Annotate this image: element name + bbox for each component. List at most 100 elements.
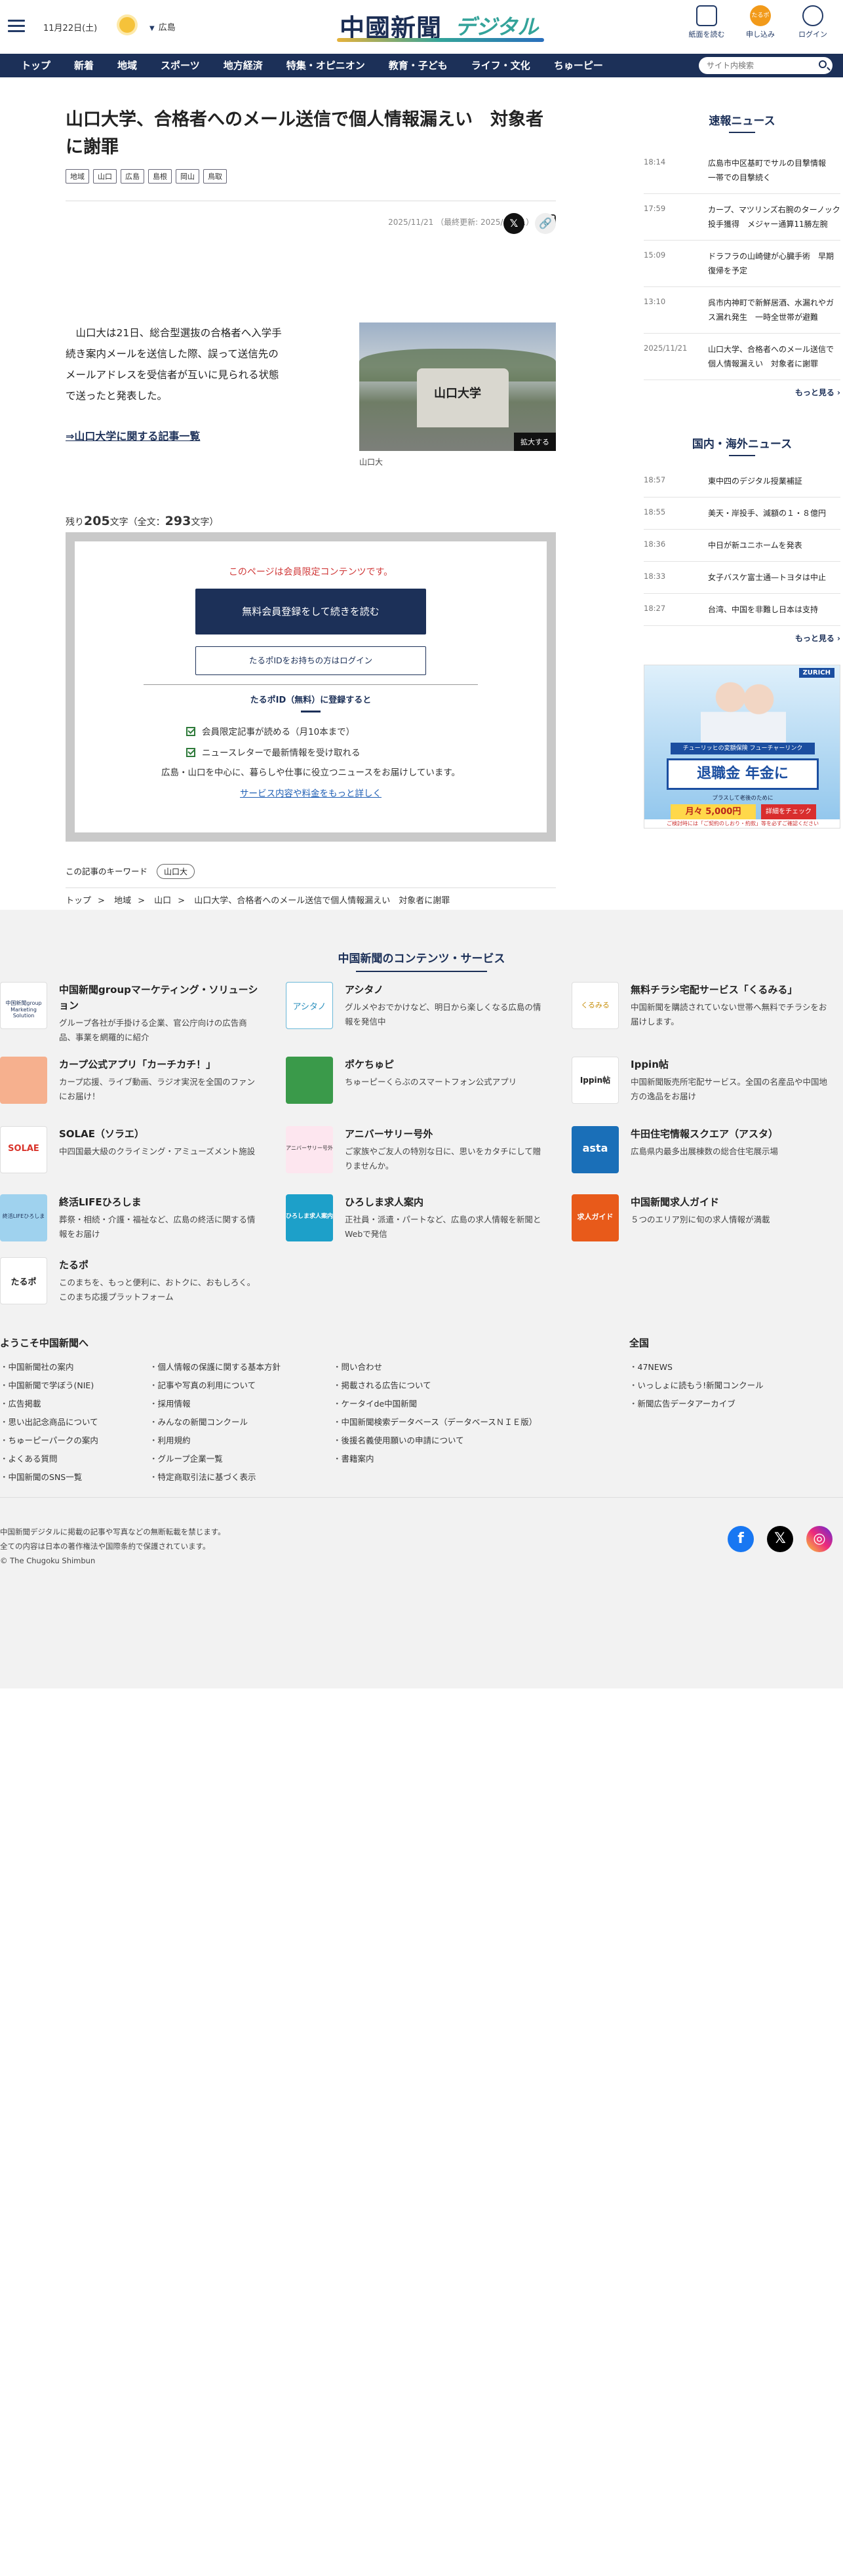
news-item[interactable]: 18:27 台湾、中国を非難し日本は支持 xyxy=(644,594,840,626)
service-item[interactable]: アシタノ アシタノ グルメやおでかけなど、明日から楽しくなる広島の情報を発信中 xyxy=(286,982,548,1029)
article-photo[interactable]: 山口大学 拡大する xyxy=(359,322,556,451)
x-icon[interactable]: 𝕏 xyxy=(767,1526,793,1552)
tag-shimane[interactable]: 島根 xyxy=(148,169,172,184)
footer-link[interactable]: 書籍案内 xyxy=(333,1450,537,1468)
footer-link[interactable]: 中国新聞社の案内 xyxy=(0,1358,98,1376)
keyword-tag[interactable]: 山口大 xyxy=(157,864,195,879)
footer-link[interactable]: 後援名義使用願いの申請について xyxy=(333,1432,537,1450)
footer-link[interactable]: よくある質問 xyxy=(0,1450,98,1468)
nav-sports[interactable]: スポーツ xyxy=(149,54,212,77)
footer-link[interactable]: 新聞広告データアーカイブ xyxy=(629,1395,764,1413)
footer-link[interactable]: 採用情報 xyxy=(149,1395,281,1413)
footer-link[interactable]: 思い出記念商品について xyxy=(0,1413,98,1432)
apply-button[interactable]: たるポ 申し込み xyxy=(738,5,783,39)
sidebar-ad[interactable]: ZURICH チューリッヒの変額保険 フューチャーリンク 退職金 年金に プラス… xyxy=(644,665,840,829)
service-name: たるポ xyxy=(59,1259,89,1271)
tag-tottori[interactable]: 鳥取 xyxy=(203,169,227,184)
news-item[interactable]: 18:55 美天・岸投手、減額の１・８億円 xyxy=(644,498,840,530)
service-item[interactable]: ひろしま求人案内 ひろしま求人案内 正社員・派遣・パートなど、広島の求人情報を新… xyxy=(286,1194,548,1241)
footer-link[interactable]: 中国新聞のSNS一覧 xyxy=(0,1468,98,1487)
service-item[interactable]: たるポ たるポ このまちを、もっと便利に、おトクに、おもしろく。このまち応援プラ… xyxy=(0,1257,262,1304)
apply-label: 申し込み xyxy=(746,30,775,39)
register-benefits-title-text: たるポID（無料）に登録すると xyxy=(250,695,372,705)
ad-price: 月々 5,000円 xyxy=(671,804,756,820)
footer-link[interactable]: 掲載される広告について xyxy=(333,1376,537,1395)
region-selector[interactable]: 広島 xyxy=(149,20,176,33)
tarupo-login-button[interactable]: たるポIDをお持ちの方はログイン xyxy=(195,646,426,675)
breaking-more-link[interactable]: もっと見る › xyxy=(644,387,840,398)
menu-icon[interactable] xyxy=(8,20,25,33)
footer-link[interactable]: 個人情報の保護に関する基本方針 xyxy=(149,1358,281,1376)
footer-link[interactable]: みんなの新聞コンクール xyxy=(149,1413,281,1432)
title-underline xyxy=(356,971,487,972)
breadcrumb-region[interactable]: 地域 xyxy=(114,896,131,906)
footer-link[interactable]: 問い合わせ xyxy=(333,1358,537,1376)
breadcrumb-yamaguchi[interactable]: 山口 xyxy=(154,896,171,906)
breadcrumb-top[interactable]: トップ xyxy=(66,896,91,906)
service-item[interactable]: 中国新聞group Marketing Solution 中国新聞groupマー… xyxy=(0,982,262,1045)
news-item[interactable]: 18:36 中日が新ユニホームを発表 xyxy=(644,530,840,562)
expand-photo-button[interactable]: 拡大する xyxy=(514,433,556,451)
footer-link[interactable]: いっしょに読もう!新聞コンクール xyxy=(629,1376,764,1395)
news-item[interactable]: 17:59 カープ、マツリンズ右腕のターノック投手獲得 メジャー通算11勝左腕 xyxy=(644,194,840,241)
service-item[interactable]: カープ公式アプリ「カーチカチ！」 カープ応援、ライブ動画、ラジオ実況を全国のファ… xyxy=(0,1057,262,1104)
world-more-link[interactable]: もっと見る › xyxy=(644,633,840,644)
service-item[interactable]: ポケちゅピ ちゅーピーくらぶのスマートフォン公式アプリ xyxy=(286,1057,548,1104)
world-news-title-text: 国内・海外ニュース xyxy=(692,438,793,451)
nav-chupi[interactable]: ちゅーピー xyxy=(542,54,615,77)
service-item[interactable]: 求人ガイド 中国新聞求人ガイド ５つのエリア別に旬の求人情報が満載 xyxy=(572,1194,834,1241)
service-item[interactable]: asta 牛田住宅情報スクエア（アスタ） 広島県内最多出展棟数の総合住宅展示場 xyxy=(572,1126,834,1173)
x-share-icon[interactable]: 𝕏 xyxy=(503,213,524,234)
footer-link[interactable]: 広告掲載 xyxy=(0,1395,98,1413)
link-copy-icon[interactable]: 🔗 xyxy=(535,213,556,234)
news-item[interactable]: 18:57 東中四のデジタル授業補証 xyxy=(644,465,840,498)
news-item[interactable]: 18:33 女子バスケ富士通—トヨタは中止 xyxy=(644,562,840,594)
nav-region[interactable]: 地域 xyxy=(106,54,149,77)
footer-link[interactable]: 中国新聞で学ぼう(NIE) xyxy=(0,1376,98,1395)
footer-link[interactable]: 利用規約 xyxy=(149,1432,281,1450)
instagram-icon[interactable]: ◎ xyxy=(806,1526,833,1552)
footer-link[interactable]: 中国新聞検索データベース（データベースＮＩＥ版） xyxy=(333,1413,538,1432)
register-benefits-title: たるポID（無料）に登録すると xyxy=(75,693,547,712)
site-logo[interactable]: 中國新聞 デジタル xyxy=(333,7,547,43)
news-item[interactable]: 15:09 ドラフラの山崎健が心臓手術 早期復帰を予定 xyxy=(644,241,840,287)
service-details-link[interactable]: サービス内容や料金をもっと詳しく xyxy=(75,786,547,799)
footer-link[interactable]: 記事や写真の利用について xyxy=(149,1376,281,1395)
related-articles-link[interactable]: ⇒山口大学に関する記事一覧 xyxy=(66,427,200,443)
news-item[interactable]: 13:10 呉市内神町で新鮮居酒、水漏れやガス漏れ発生 一時全世帯が避難 xyxy=(644,287,840,334)
footer-link[interactable]: 47NEWS xyxy=(629,1358,764,1376)
copyright: 中国新聞デジタルに掲載の記事や写真などの無断転載を禁じます。 全ての内容は日本の… xyxy=(0,1525,225,1568)
article-headline: 山口大学、合格者へのメール送信で個人情報漏えい 対象者に謝罪 xyxy=(66,109,543,157)
service-item[interactable]: Ippin帖 Ippin帖 中国新聞販売所宅配サービス。全国の名産品や中国地方の… xyxy=(572,1057,834,1104)
nav-top[interactable]: トップ xyxy=(9,54,62,77)
facebook-icon[interactable]: f xyxy=(728,1526,754,1552)
read-paper-button[interactable]: 紙面を読む xyxy=(684,5,729,39)
register-button[interactable]: 無料会員登録をして続きを読む xyxy=(195,589,426,634)
footer-link[interactable]: ケータイde中国新聞 xyxy=(333,1395,537,1413)
service-desc: 正社員・派遣・パートなど、広島の求人情報を新聞とWebで発信 xyxy=(345,1215,541,1239)
footer-col-4: 47NEWS いっしょに読もう!新聞コンクール 新聞広告データアーカイブ xyxy=(629,1358,764,1413)
service-item[interactable]: くるみる 無料チラシ宅配サービス「くるみる」 中国新聞を購読されていない世帯へ無… xyxy=(572,982,834,1029)
news-time: 15:09 xyxy=(644,250,666,260)
service-item[interactable]: 終活LIFEひろしま 終活LIFEひろしま 葬祭・相続・介護・福祉など、広島の終… xyxy=(0,1194,262,1241)
tag-okayama[interactable]: 岡山 xyxy=(176,169,199,184)
nav-new[interactable]: 新着 xyxy=(62,54,106,77)
footer-link[interactable]: ちゅーピーパークの案内 xyxy=(0,1432,98,1450)
news-item[interactable]: 2025/11/21 山口大学、合格者へのメール送信で個人情報漏えい 対象者に謝罪 xyxy=(644,334,840,380)
nav-opinion[interactable]: 特集・オピニオン xyxy=(275,54,377,77)
news-item[interactable]: 18:14 広島市中区基町でサルの目撃情報 一帯での目撃続く xyxy=(644,147,840,194)
service-item[interactable]: アニバーサリー号外 アニバーサリー号外 ご家族やご友人の特別な日に、思いをカタチ… xyxy=(286,1126,548,1173)
search-icon[interactable] xyxy=(819,60,827,68)
nav-life[interactable]: ライフ・文化 xyxy=(460,54,542,77)
nav-economy[interactable]: 地方経済 xyxy=(212,54,275,77)
search-input[interactable] xyxy=(707,57,818,74)
login-button[interactable]: ログイン xyxy=(791,5,835,39)
footer-link[interactable]: 特定商取引法に基づく表示 xyxy=(149,1468,281,1487)
service-item[interactable]: SOLAE SOLAE（ソラエ） 中四国最大級のクライミング・アミューズメント施… xyxy=(0,1126,262,1173)
tag-yamaguchi[interactable]: 山口 xyxy=(93,169,117,184)
nav-education[interactable]: 教育・子ども xyxy=(377,54,460,77)
news-time: 18:57 xyxy=(644,475,666,484)
footer-link[interactable]: グループ企業一覧 xyxy=(149,1450,281,1468)
tag-hiroshima[interactable]: 広島 xyxy=(121,169,144,184)
tag-region[interactable]: 地域 xyxy=(66,169,89,184)
